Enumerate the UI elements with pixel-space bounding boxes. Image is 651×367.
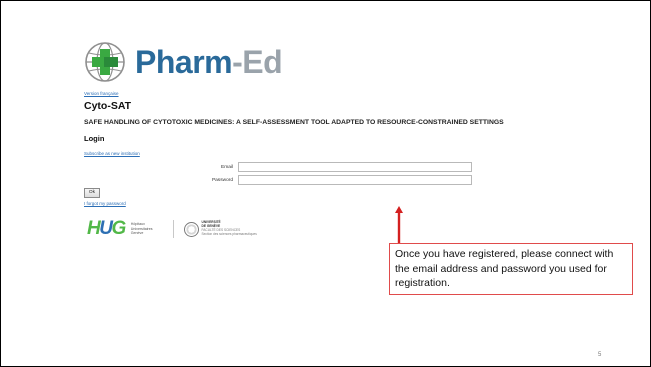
app-subtitle: SAFE HANDLING OF CYTOTOXIC MEDICINES: A … <box>84 119 504 126</box>
slide-page-number: 5 <box>598 352 602 358</box>
email-row: Email <box>77 162 472 172</box>
university-seal-icon <box>183 221 199 237</box>
partner-logos: HUG Hôpitaux Universitaires Genève UNIVE… <box>87 219 257 239</box>
brand-wordmark: Pharm-Ed <box>135 44 283 80</box>
email-label: Email <box>221 164 233 170</box>
app-title: Cyto-SAT <box>84 100 132 112</box>
hug-logo: HUG <box>87 218 126 239</box>
logo-divider <box>172 220 174 238</box>
version-francaise-link[interactable]: Version française <box>84 91 119 96</box>
hug-logo-h: H <box>87 218 101 239</box>
brand-accent: -Ed <box>232 44 283 80</box>
instruction-callout: Once you have registered, please connect… <box>389 243 633 295</box>
password-field[interactable] <box>238 175 472 185</box>
web-page: Pharm-Ed Version française Cyto-SAT SAFE… <box>77 1 637 301</box>
hug-logo-u: U <box>99 218 113 239</box>
ok-button[interactable]: Ok <box>84 188 100 198</box>
hug-name-line3: Genève <box>130 231 144 236</box>
password-row: Password <box>77 175 472 185</box>
globe-cross-icon <box>85 42 125 82</box>
unige-logo: UNIVERSITÉ DE GENÈVE FACULTÉ DES SCIENCE… <box>183 220 257 237</box>
slide: Pharm-Ed Version française Cyto-SAT SAFE… <box>0 0 651 367</box>
arrow-up-icon <box>395 206 403 244</box>
email-field[interactable] <box>238 162 472 172</box>
pharm-ed-logo: Pharm-Ed <box>84 41 283 83</box>
unige-line4: Section des sciences pharmaceutiques <box>201 231 257 236</box>
unige-name: UNIVERSITÉ DE GENÈVE FACULTÉ DES SCIENCE… <box>201 220 257 237</box>
login-heading: Login <box>84 134 105 143</box>
hug-logo-g: G <box>111 218 126 239</box>
subscribe-link[interactable]: Subscribe as new institution <box>84 151 140 156</box>
forgot-password-link[interactable]: I forgot my password <box>84 201 126 206</box>
brand-main: Pharm <box>135 44 233 80</box>
hug-name: Hôpitaux Universitaires Genève <box>131 222 153 235</box>
password-label: Password <box>211 177 233 183</box>
